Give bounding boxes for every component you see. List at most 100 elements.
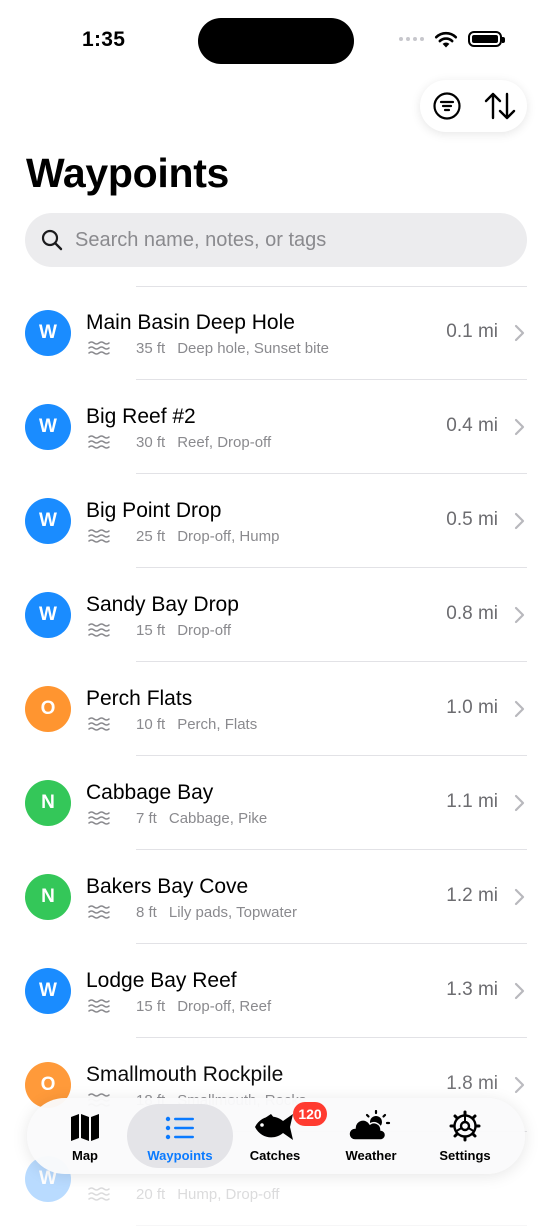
filter-icon — [433, 92, 461, 120]
waypoint-depth: 8 ft — [136, 903, 157, 921]
waypoint-depth: 35 ft — [136, 339, 166, 357]
catches-badge: 120 — [293, 1102, 327, 1126]
waypoint-avatar: W — [25, 310, 71, 356]
waypoint-tags: Deep hole, Sunset bite — [177, 339, 329, 357]
waypoint-name: Smallmouth Rockpile — [86, 1063, 284, 1086]
tab-label: Waypoints — [147, 1148, 213, 1163]
waypoint-distance: 1.0 mi — [446, 697, 498, 718]
waypoint-depth: 25 ft — [136, 527, 166, 545]
tab-weather[interactable]: Weather — [323, 1104, 419, 1168]
waypoint-meta: 35 ft Deep hole, Sunset bite — [88, 339, 329, 357]
waypoint-depth: 15 ft — [136, 621, 166, 639]
waypoint-row[interactable]: W Sandy Bay Drop 15 ft Drop-off 0.8 mi — [0, 568, 552, 662]
waypoint-depth: 10 ft — [136, 715, 166, 733]
fish-icon — [253, 1108, 297, 1142]
waypoint-distance: 0.5 mi — [446, 509, 498, 530]
waypoint-meta: 10 ft Perch, Flats — [88, 715, 257, 733]
water-waves-icon — [88, 997, 112, 1015]
waypoint-tags: Cabbage, Pike — [168, 809, 268, 827]
cellular-signal-icon — [399, 37, 424, 41]
waypoint-avatar: N — [25, 874, 71, 920]
sort-button[interactable] — [480, 86, 520, 126]
battery-icon — [468, 31, 505, 47]
waypoint-list: W Main Basin Deep Hole 35 ft Deep hole, Sun… — [0, 286, 552, 1226]
waypoint-avatar: N — [25, 780, 71, 826]
tab-map[interactable]: Map — [37, 1104, 133, 1168]
tab-bar: Map Waypoints Catches 120 Weather Settings — [27, 1098, 525, 1174]
waypoint-tags: Drop-off, Hump — [177, 527, 280, 545]
water-waves-icon — [88, 903, 112, 921]
dynamic-island — [198, 18, 354, 64]
waypoint-meta: 25 ft Drop-off, Hump — [88, 527, 279, 545]
filter-button[interactable] — [427, 86, 467, 126]
water-waves-icon — [88, 809, 112, 827]
chevron-right-icon — [513, 982, 525, 1000]
chevron-right-icon — [513, 700, 525, 718]
tab-settings[interactable]: Settings — [417, 1104, 513, 1168]
waypoint-avatar: W — [25, 404, 71, 450]
search-bar[interactable] — [25, 213, 527, 267]
waypoint-avatar: O — [25, 686, 71, 732]
waypoint-distance: 1.2 mi — [446, 885, 498, 906]
chevron-right-icon — [513, 1076, 525, 1094]
waypoint-name: Big Reef #2 — [86, 405, 196, 428]
search-input[interactable] — [73, 227, 477, 253]
waypoint-avatar: W — [25, 968, 71, 1014]
chevron-right-icon — [513, 512, 525, 530]
chevron-right-icon — [513, 794, 525, 812]
status-time: 1:35 — [82, 28, 126, 51]
chevron-right-icon — [513, 606, 525, 624]
status-indicators — [399, 30, 505, 48]
waypoint-row[interactable]: W Big Reef #2 30 ft Reef, Drop-off 0.4 mi — [0, 380, 552, 474]
map-icon — [69, 1108, 101, 1142]
waypoint-depth: 15 ft — [136, 997, 166, 1015]
tab-waypoints[interactable]: Waypoints — [127, 1104, 233, 1168]
waypoint-avatar: W — [25, 592, 71, 638]
water-waves-icon — [88, 621, 112, 639]
waypoint-distance: 0.8 mi — [446, 603, 498, 624]
list-icon — [164, 1108, 196, 1142]
tab-label: Map — [72, 1148, 98, 1163]
toolbar-pill — [420, 80, 527, 132]
waypoint-distance: 1.8 mi — [446, 1073, 498, 1094]
waypoint-avatar: W — [25, 498, 71, 544]
waypoint-distance: 0.1 mi — [446, 321, 498, 342]
waypoint-row[interactable]: W Big Point Drop 25 ft Drop-off, Hump 0.5 mi — [0, 474, 552, 568]
water-waves-icon — [88, 527, 112, 545]
waypoint-distance: 1.3 mi — [446, 979, 498, 1000]
waypoint-name: Perch Flats — [86, 687, 193, 710]
water-waves-icon — [88, 339, 112, 357]
chevron-right-icon — [513, 324, 525, 342]
waypoint-name: Lodge Bay Reef — [86, 969, 237, 992]
water-waves-icon — [88, 433, 112, 451]
page-title: Waypoints — [26, 150, 230, 196]
waypoint-tags: Reef, Drop-off — [177, 433, 272, 451]
waypoint-row[interactable]: N Bakers Bay Cove 8 ft Lily pads, Topwater 1… — [0, 850, 552, 944]
waypoint-row[interactable]: N Cabbage Bay 7 ft Cabbage, Pike 1.1 mi — [0, 756, 552, 850]
waypoint-meta: 8 ft Lily pads, Topwater — [88, 903, 297, 921]
sort-icon — [485, 92, 516, 120]
waypoint-tags: Lily pads, Topwater — [168, 903, 297, 921]
waypoint-name: Bakers Bay Cove — [86, 875, 249, 898]
waypoint-distance: 0.4 mi — [446, 415, 498, 436]
waypoint-meta: 15 ft Drop-off, Reef — [88, 997, 271, 1015]
tab-label: Settings — [439, 1148, 491, 1163]
waypoint-meta: 20 ft Hump, Drop-off — [88, 1185, 279, 1203]
waypoint-row[interactable]: O Perch Flats 10 ft Perch, Flats 1.0 mi — [0, 662, 552, 756]
search-icon — [41, 229, 63, 251]
waypoint-name: Cabbage Bay — [86, 781, 214, 804]
weather-icon — [349, 1108, 393, 1142]
waypoint-tags: Perch, Flats — [177, 715, 258, 733]
gear-icon — [449, 1108, 481, 1142]
tab-label: Catches — [249, 1148, 301, 1163]
chevron-right-icon — [513, 888, 525, 906]
waypoint-row[interactable]: W Lodge Bay Reef 15 ft Drop-off, Reef 1.3 mi — [0, 944, 552, 1038]
waypoint-row[interactable]: W Main Basin Deep Hole 35 ft Deep hole, Sun… — [0, 286, 552, 380]
waypoint-tags: Drop-off — [177, 621, 232, 639]
waypoint-depth: 7 ft — [136, 809, 157, 827]
water-waves-icon — [88, 1185, 112, 1203]
wifi-icon — [434, 31, 458, 48]
waypoint-distance: 1.1 mi — [446, 791, 498, 812]
waypoint-meta: 15 ft Drop-off — [88, 621, 231, 639]
waypoint-name: Sandy Bay Drop — [86, 593, 239, 616]
